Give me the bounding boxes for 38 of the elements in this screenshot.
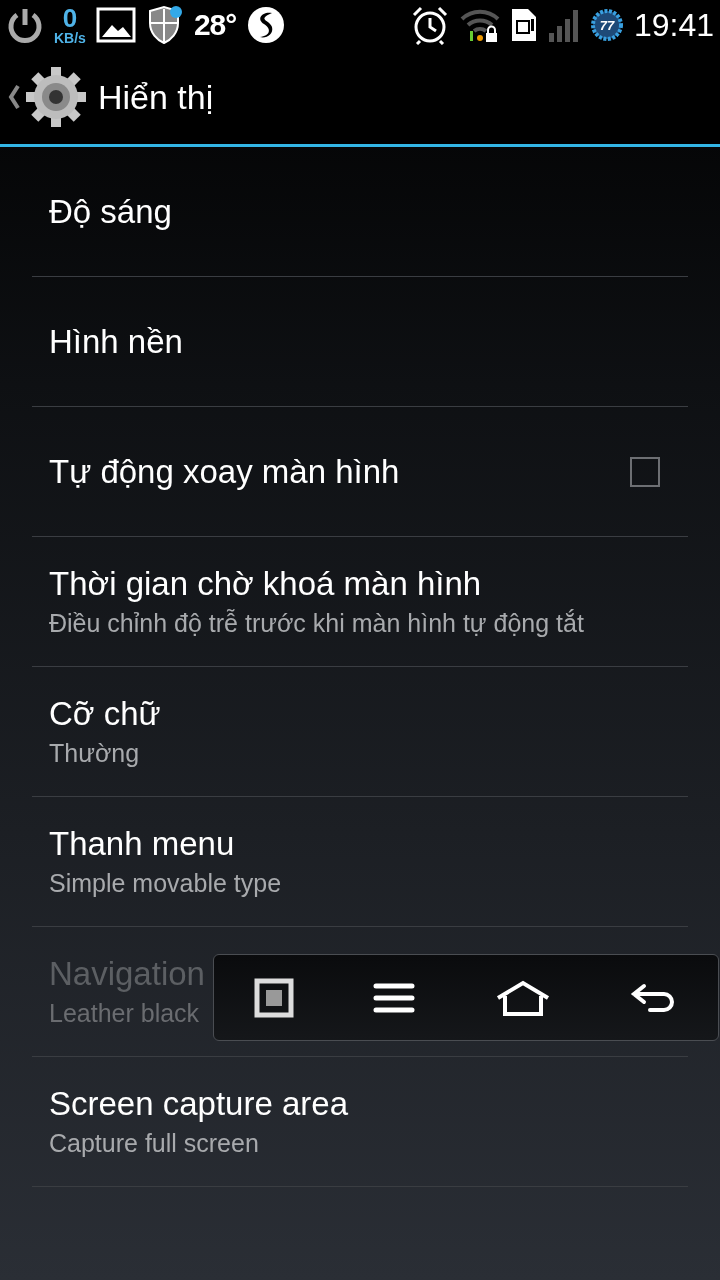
settings-item[interactable]: Cỡ chữ Thường [32, 667, 688, 797]
settings-item[interactable]: Hình nền [32, 277, 688, 407]
temperature: 28° [193, 8, 237, 42]
item-summary: Thường [49, 739, 141, 768]
menu-icon[interactable] [373, 982, 416, 1013]
image-icon [95, 7, 136, 43]
power-icon [6, 6, 44, 44]
swirl-icon [246, 5, 287, 45]
clock: 19:41 [633, 6, 714, 44]
item-title: Thời gian chờ khoá màn hình [49, 565, 483, 603]
item-title: Tự động xoay màn hình [49, 452, 401, 491]
item-summary: Điều chỉnh độ trễ trước khi màn hình tự động tắt [49, 609, 585, 638]
signal-icon [547, 7, 580, 43]
speed-unit: KB/s [54, 31, 86, 45]
speed-value: 0 [62, 5, 78, 31]
recent-apps-icon[interactable] [253, 977, 294, 1018]
home-icon[interactable] [494, 979, 551, 1016]
battery-level: 77 [599, 17, 615, 33]
sim-card-icon [509, 7, 538, 43]
settings-item[interactable]: Screen capture area Capture full screen [32, 1057, 688, 1187]
screen-title: Hiển thị [98, 77, 214, 117]
item-summary: Leather black [49, 999, 201, 1028]
gear-icon [24, 65, 88, 129]
checkbox[interactable] [630, 456, 660, 487]
settings-item[interactable]: Tự động xoay màn hình [32, 407, 688, 537]
item-title: Hình nền [49, 322, 184, 361]
item-title: Screen capture area [49, 1085, 349, 1123]
item-summary: Simple movable type [49, 869, 283, 898]
wifi-icon [459, 7, 500, 43]
settings-item[interactable]: Thanh menu Simple movable type [32, 797, 688, 927]
item-title: Navigation [49, 955, 206, 993]
item-title: Độ sáng [49, 192, 173, 231]
settings-item[interactable]: Thời gian chờ khoá màn hình Điều chỉnh độ trễ trước khi màn hình tự động tắt [32, 537, 688, 667]
item-title: Thanh menu [49, 825, 236, 863]
item-title: Cỡ chữ [49, 695, 162, 733]
settings-item[interactable]: Độ sáng [32, 147, 688, 277]
back-chevron-icon[interactable] [8, 84, 20, 110]
item-summary: Capture full screen [49, 1129, 260, 1158]
